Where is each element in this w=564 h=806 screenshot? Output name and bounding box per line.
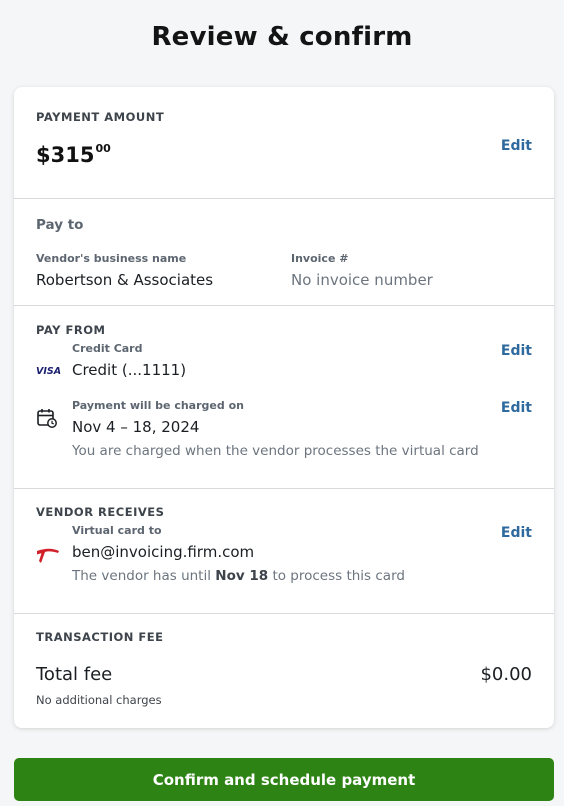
visa-icon: VISA xyxy=(36,362,62,382)
charge-date-value: Nov 4 – 18, 2024 xyxy=(72,418,200,436)
edit-payment-method-button[interactable]: Edit xyxy=(501,343,532,359)
virtual-card-note-prefix: The vendor has until xyxy=(72,568,216,584)
total-fee-label: Total fee xyxy=(36,664,113,685)
virtual-card-email: ben@invoicing.firm.com xyxy=(72,543,255,561)
pay-to-section: Pay to Vendor's business name Robertson … xyxy=(14,199,554,305)
payment-amount-dollars: $315 xyxy=(36,143,95,167)
edit-vendor-payment-button[interactable]: Edit xyxy=(501,525,532,541)
vendor-name-label: Vendor's business name xyxy=(36,252,187,265)
payment-amount-value: $31500 xyxy=(36,142,111,167)
credit-card-label: Credit Card xyxy=(72,342,143,355)
vendor-name-value: Robertson & Associates xyxy=(36,271,214,289)
payment-amount-section: PAYMENT AMOUNT $31500 Edit xyxy=(14,87,554,198)
virtual-card-note: The vendor has until Nov 18 to process t… xyxy=(72,568,405,584)
pay-from-section: PAY FROM VISA Credit Card Credit (...111… xyxy=(14,306,554,488)
visa-icon-text: VISA xyxy=(36,366,61,377)
total-fee-note: No additional charges xyxy=(36,693,162,707)
page-title: Review & confirm xyxy=(151,22,413,52)
review-card: PAYMENT AMOUNT $31500 Edit Pay to Vendor… xyxy=(14,87,554,728)
invoice-number-value: No invoice number xyxy=(291,271,433,289)
edit-amount-button[interactable]: Edit xyxy=(501,138,532,154)
payment-amount-cents: 00 xyxy=(95,142,111,155)
charge-date-label: Payment will be charged on xyxy=(72,399,244,412)
virtual-card-note-date: Nov 18 xyxy=(215,568,269,584)
transaction-fee-section: TRANSACTION FEE Total fee $0.00 No addit… xyxy=(14,614,554,728)
payment-amount-heading: PAYMENT AMOUNT xyxy=(36,110,165,124)
total-fee-value: $0.00 xyxy=(480,664,532,685)
virtual-card-note-suffix: to process this card xyxy=(268,568,405,584)
vendor-receives-heading: VENDOR RECEIVES xyxy=(36,505,165,519)
confirm-schedule-payment-button[interactable]: Confirm and schedule payment xyxy=(14,758,554,801)
invoice-number-label: Invoice # xyxy=(291,252,349,265)
credit-card-value: Credit (...1111) xyxy=(72,361,187,379)
edit-charge-date-button[interactable]: Edit xyxy=(501,400,532,416)
vendor-receives-section: VENDOR RECEIVES Virtual card to ben@invo… xyxy=(14,489,554,613)
capital-one-swoosh-icon xyxy=(36,547,60,567)
virtual-card-label: Virtual card to xyxy=(72,524,162,537)
pay-to-heading: Pay to xyxy=(36,217,84,233)
calendar-clock-icon xyxy=(36,407,60,428)
charge-date-note: You are charged when the vendor processe… xyxy=(72,443,479,459)
pay-from-heading: PAY FROM xyxy=(36,323,106,337)
transaction-fee-heading: TRANSACTION FEE xyxy=(36,630,164,644)
